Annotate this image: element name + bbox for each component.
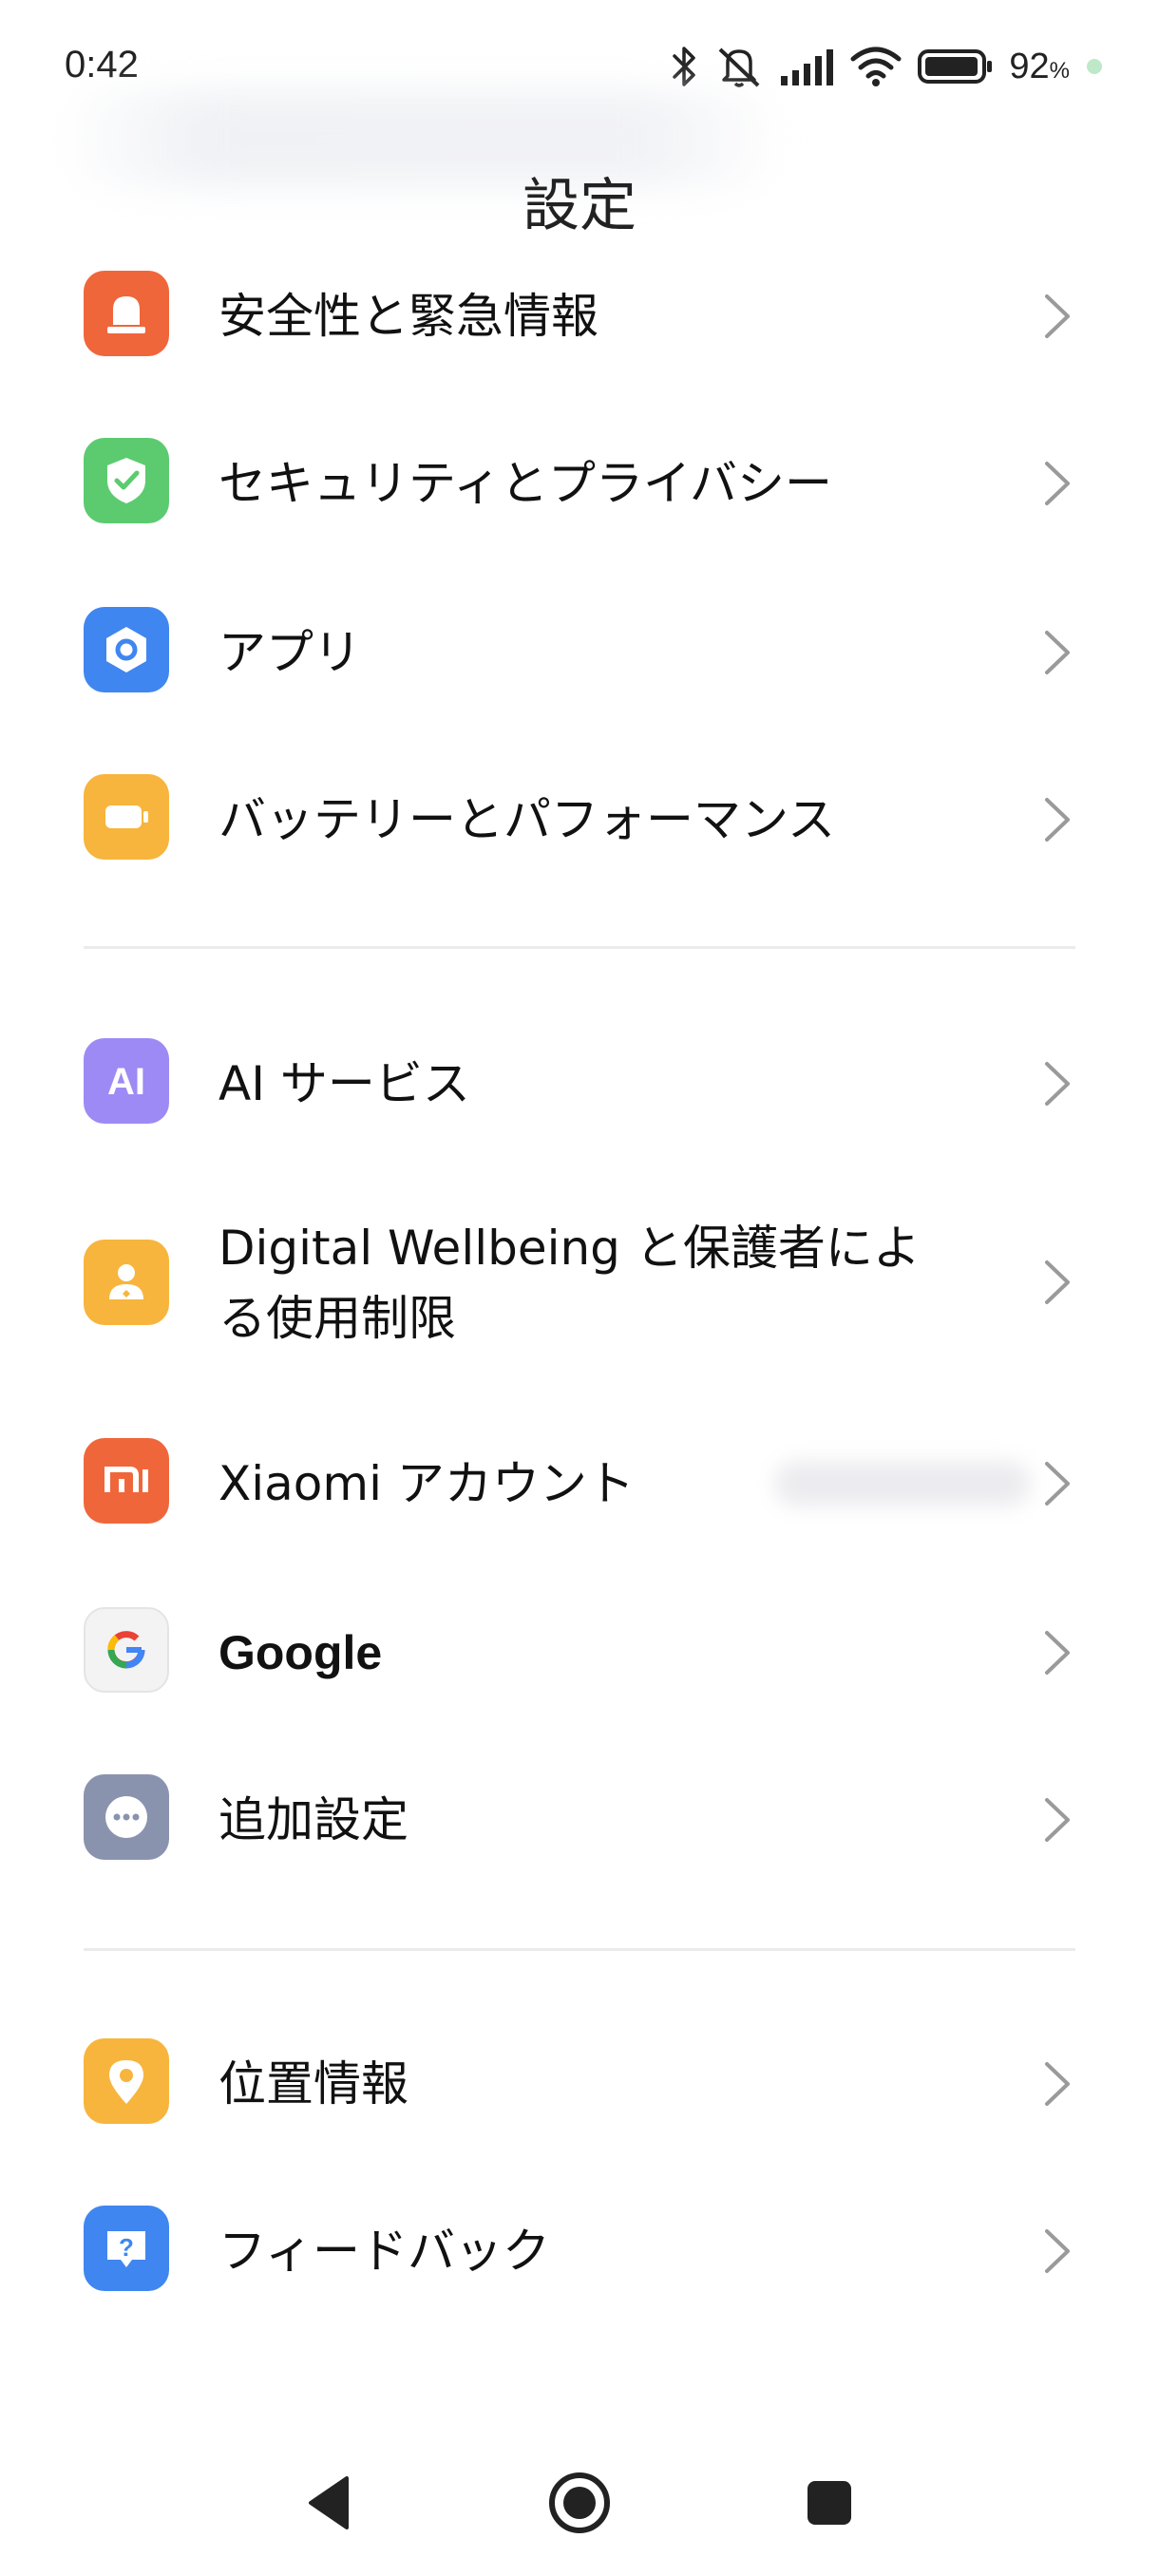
- google-icon: [84, 1607, 169, 1693]
- settings-item-label: Xiaomi アカウント: [218, 1456, 635, 1511]
- settings-item-label: バッテリーとパフォーマンス: [218, 792, 835, 847]
- recents-icon: [808, 2481, 851, 2525]
- settings-item-label: Google: [218, 1626, 383, 1679]
- settings-item-label: Digital Wellbeing と保護者によ る使用制限: [218, 1213, 921, 1354]
- settings-item-apps[interactable]: アプリ: [0, 607, 1159, 698]
- more-dots-icon: [84, 1774, 169, 1860]
- chevron-right-icon: [1045, 462, 1070, 505]
- settings-item-digital-wellbeing[interactable]: Digital Wellbeing と保護者によ る使用制限: [0, 1192, 1159, 1373]
- recents-button[interactable]: [777, 2451, 882, 2555]
- settings-item-security-privacy[interactable]: セキュリティとプライバシー: [0, 438, 1159, 529]
- feedback-question-icon: ?: [84, 2206, 169, 2291]
- chevron-right-icon: [1045, 1631, 1070, 1675]
- settings-screen: 0:42 92% 設定 安全性と緊急情報 セキュリティとプライバシー アプリ バ…: [0, 0, 1159, 2576]
- back-icon: [309, 2476, 349, 2529]
- settings-item-location[interactable]: 位置情報: [0, 2038, 1159, 2130]
- signal-icon: [779, 47, 834, 85]
- svg-text:AI: AI: [107, 1061, 145, 1103]
- emergency-light-icon: [84, 271, 169, 356]
- battery-percent: 92%: [1009, 46, 1070, 86]
- bluetooth-icon: [671, 45, 699, 88]
- location-pin-icon: [84, 2038, 169, 2124]
- section-divider: [84, 1948, 1075, 1951]
- chevron-right-icon: [1045, 1798, 1070, 1842]
- mi-logo-icon: [84, 1438, 169, 1524]
- chevron-right-icon: [1045, 2229, 1070, 2273]
- status-icons: 92%: [671, 40, 1102, 93]
- chevron-right-icon: [1045, 2062, 1070, 2106]
- settings-item-label: 追加設定: [218, 1792, 408, 1847]
- home-button[interactable]: [527, 2451, 632, 2555]
- status-time: 0:42: [65, 44, 139, 85]
- wifi-icon: [849, 46, 902, 87]
- battery-icon: [918, 47, 994, 85]
- svg-text:?: ?: [119, 2233, 134, 2262]
- navigation-bar: [0, 2432, 1159, 2576]
- settings-item-label: フィードバック: [218, 2224, 550, 2279]
- chevron-right-icon: [1045, 798, 1070, 842]
- settings-item-label: AI サービス: [218, 1056, 470, 1111]
- privacy-indicator-dot: [1087, 59, 1102, 74]
- back-button[interactable]: [277, 2451, 382, 2555]
- ai-icon: AI: [84, 1038, 169, 1124]
- battery-icon: [84, 774, 169, 860]
- settings-item-label: 位置情報: [218, 2056, 408, 2112]
- chevron-right-icon: [1045, 631, 1070, 674]
- apps-hexagon-icon: [84, 607, 169, 692]
- chevron-right-icon: [1045, 1062, 1070, 1106]
- settings-item-label: 安全性と緊急情報: [218, 289, 598, 344]
- settings-item-battery-performance[interactable]: バッテリーとパフォーマンス: [0, 774, 1159, 865]
- section-divider: [84, 946, 1075, 949]
- page-title: 設定: [522, 173, 636, 239]
- settings-item-xiaomi-account[interactable]: Xiaomi アカウント: [0, 1438, 1159, 1529]
- settings-item-additional[interactable]: 追加設定: [0, 1774, 1159, 1866]
- home-icon: [549, 2472, 610, 2533]
- account-value-blurred: [774, 1461, 1031, 1506]
- settings-item-label-line1: Digital Wellbeing と保護者によ: [218, 1221, 921, 1276]
- shield-check-icon: [84, 438, 169, 523]
- chevron-right-icon: [1045, 1260, 1070, 1304]
- settings-item-google[interactable]: Google: [0, 1607, 1159, 1698]
- settings-item-safety-emergency[interactable]: 安全性と緊急情報: [0, 271, 1159, 362]
- settings-item-ai-services[interactable]: AI AI サービス: [0, 1038, 1159, 1129]
- wellbeing-person-icon: [84, 1240, 169, 1325]
- chevron-right-icon: [1045, 294, 1070, 338]
- settings-item-feedback[interactable]: ? フィードバック: [0, 2206, 1159, 2297]
- settings-item-label-line2: る使用制限: [218, 1291, 456, 1346]
- chevron-right-icon: [1045, 1462, 1070, 1506]
- settings-item-label: セキュリティとプライバシー: [218, 456, 832, 511]
- settings-item-label: アプリ: [218, 625, 361, 680]
- mute-icon: [714, 44, 764, 89]
